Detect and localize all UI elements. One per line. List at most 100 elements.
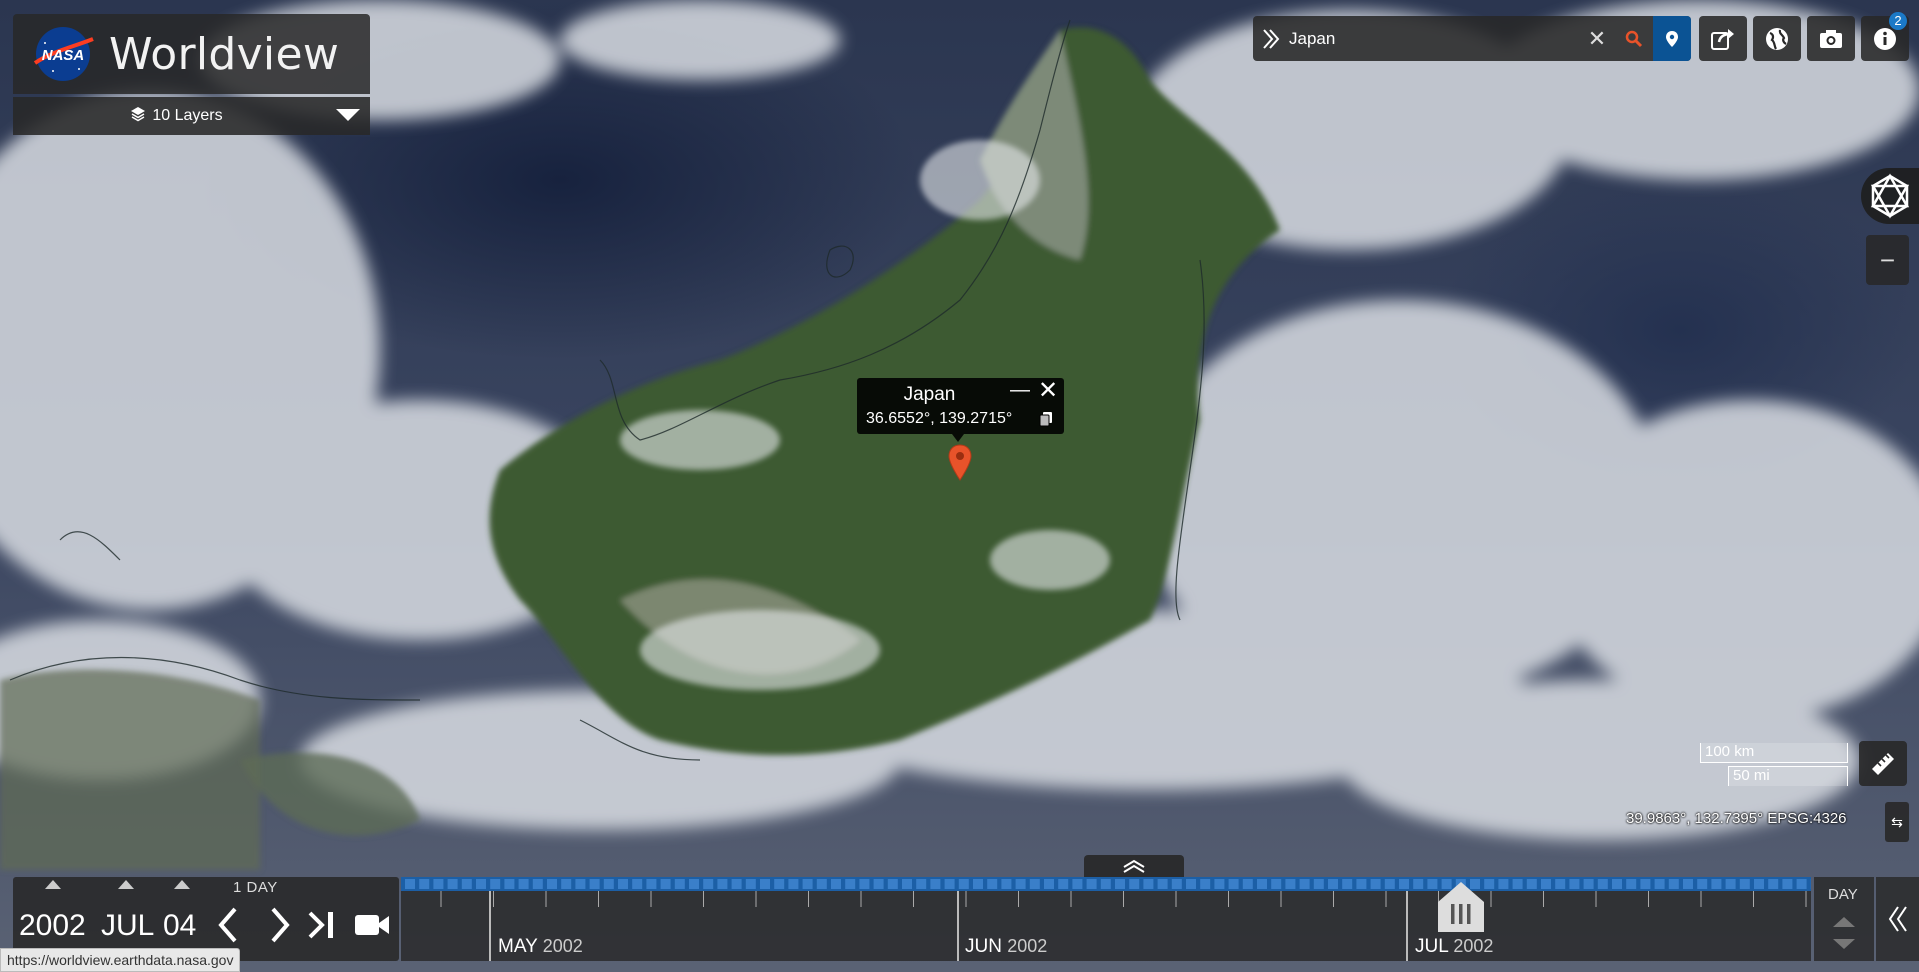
zoom-level-label: DAY bbox=[1828, 886, 1858, 903]
timeline-day-cell bbox=[1796, 879, 1807, 889]
day-up-arrow-icon[interactable] bbox=[174, 880, 190, 889]
scale-bar-mi: 50 mi bbox=[1728, 766, 1848, 786]
timeline-day-cell bbox=[831, 879, 841, 889]
timeline-day-cell bbox=[1115, 879, 1125, 889]
minus-icon: − bbox=[1879, 244, 1896, 275]
timeline-day-cell bbox=[916, 879, 927, 889]
collapse-search-button[interactable] bbox=[1253, 16, 1289, 61]
timeline-day-cell bbox=[1356, 879, 1367, 889]
timeline-zoom-level[interactable]: DAY bbox=[1814, 877, 1874, 961]
chevron-down-icon[interactable] bbox=[336, 109, 360, 121]
share-button[interactable] bbox=[1699, 16, 1747, 61]
status-bar-url: https://worldview.earthdata.nasa.gov bbox=[0, 948, 241, 972]
timeline-day-cell bbox=[689, 879, 699, 889]
timeline-day-cell bbox=[1725, 879, 1736, 889]
timeline-day-cell bbox=[461, 879, 472, 889]
timeline-day-cell bbox=[1541, 879, 1551, 889]
timeline-day-cell bbox=[433, 879, 444, 889]
timeline-day-cell bbox=[1626, 879, 1637, 889]
previous-date-button[interactable] bbox=[215, 905, 239, 950]
timeline-day-cell bbox=[1072, 879, 1083, 889]
timeline-day-cell bbox=[561, 879, 572, 889]
animation-button[interactable] bbox=[353, 911, 391, 944]
timeline-day-cell bbox=[1313, 879, 1324, 889]
timeline-day-cell bbox=[1782, 879, 1793, 889]
video-camera-icon bbox=[355, 915, 389, 935]
timeline-day-cell bbox=[816, 879, 827, 889]
globe-icon bbox=[1766, 27, 1788, 50]
timeline-day-cell bbox=[1711, 879, 1722, 889]
date-day[interactable]: 04 bbox=[163, 909, 196, 943]
timeline-day-cell bbox=[575, 879, 586, 889]
snapshot-button[interactable] bbox=[1807, 16, 1855, 61]
minimize-icon: — bbox=[1010, 379, 1030, 401]
timeline-toggle-button[interactable] bbox=[1084, 855, 1184, 877]
close-popup-button[interactable]: ✕ bbox=[1035, 377, 1061, 404]
timeline-day-cell bbox=[1129, 879, 1140, 889]
search-button[interactable] bbox=[1615, 16, 1653, 61]
timeline-day-cell bbox=[618, 879, 628, 889]
timeline-date-handle[interactable] bbox=[1432, 880, 1490, 941]
coordinate-format-button[interactable]: ⇆ bbox=[1885, 802, 1909, 842]
popup-pointer bbox=[952, 434, 964, 442]
timeline-ticks bbox=[405, 879, 1811, 961]
timeline-day-cell bbox=[1399, 879, 1409, 889]
timeline-day-cell bbox=[1569, 879, 1580, 889]
next-date-button[interactable] bbox=[269, 905, 293, 950]
search-input[interactable]: Japan bbox=[1289, 29, 1579, 49]
projection-button[interactable] bbox=[1753, 16, 1801, 61]
layers-count-label: 10 Layers bbox=[152, 107, 223, 124]
timeline-day-cell bbox=[1001, 879, 1012, 889]
zoom-out-button[interactable]: − bbox=[1866, 235, 1909, 285]
timeline-day-cell bbox=[1015, 879, 1026, 889]
timeline-day-cell bbox=[1654, 879, 1665, 889]
double-chevron-left-icon bbox=[1888, 906, 1907, 932]
collapse-timeline-button[interactable] bbox=[1876, 877, 1919, 961]
month-up-arrow-icon[interactable] bbox=[118, 880, 134, 889]
year-up-arrow-icon[interactable] bbox=[45, 880, 61, 889]
timeline-day-cell bbox=[774, 879, 785, 889]
drop-pin-button[interactable] bbox=[1653, 16, 1691, 61]
timeline-day-cell bbox=[1100, 879, 1111, 889]
close-icon: ✕ bbox=[1587, 25, 1607, 51]
timeline-day-cell bbox=[1370, 879, 1381, 889]
timeline-day-cell bbox=[476, 879, 486, 889]
measure-button[interactable] bbox=[1859, 741, 1907, 786]
double-chevron-up-icon bbox=[1123, 859, 1145, 873]
copy-coordinates-button[interactable] bbox=[1039, 411, 1053, 432]
timeline-day-cell bbox=[745, 879, 756, 889]
timeline-day-cell bbox=[703, 879, 714, 889]
interval-label[interactable]: 1 DAY bbox=[233, 879, 278, 896]
timeline-day-cell bbox=[1668, 879, 1679, 889]
cursor-latlon: 39.9863°, 132.7395° bbox=[1626, 810, 1764, 827]
drag-handle-icon bbox=[1438, 882, 1484, 932]
timeline-day-cell bbox=[1186, 879, 1196, 889]
timeline-axis[interactable]: MAY 2002 JUN 2002 JUL 2002 bbox=[401, 877, 1811, 961]
timeline-day-cell bbox=[1143, 879, 1154, 889]
projection-code: EPSG:4326 bbox=[1767, 810, 1847, 827]
latest-date-button[interactable] bbox=[306, 909, 338, 946]
zoom-in-button[interactable] bbox=[1861, 168, 1919, 224]
brand-panel[interactable]: NASA Worldview bbox=[13, 14, 370, 94]
timeline-day-cell bbox=[987, 879, 998, 889]
location-popup: Japan — ✕ 36.6552°, 139.2715° bbox=[857, 378, 1064, 434]
swap-icon: ⇆ bbox=[1891, 813, 1903, 830]
timeline-day-cell bbox=[1768, 879, 1779, 889]
timeline-day-cell bbox=[1257, 879, 1267, 889]
timeline-day-cell bbox=[1498, 879, 1509, 889]
layers-toggle[interactable]: 10 Layers bbox=[13, 97, 370, 135]
clear-search-button[interactable]: ✕ bbox=[1579, 26, 1615, 52]
timeline-day-cell bbox=[760, 879, 770, 889]
timeline-day-cell bbox=[1285, 879, 1296, 889]
timeline-day-cell bbox=[1044, 879, 1054, 889]
timeline-day-cell bbox=[1697, 879, 1708, 889]
minimize-popup-button[interactable]: — bbox=[1007, 380, 1033, 404]
timeline-day-cell bbox=[646, 879, 657, 889]
skip-to-end-icon bbox=[308, 911, 333, 939]
date-year[interactable]: 2002 bbox=[19, 909, 86, 943]
date-month[interactable]: JUL bbox=[101, 909, 154, 943]
info-button[interactable]: 2 bbox=[1861, 12, 1909, 61]
location-marker-icon[interactable] bbox=[947, 444, 973, 487]
popup-title: Japan bbox=[903, 384, 956, 405]
close-icon: ✕ bbox=[1037, 377, 1059, 404]
